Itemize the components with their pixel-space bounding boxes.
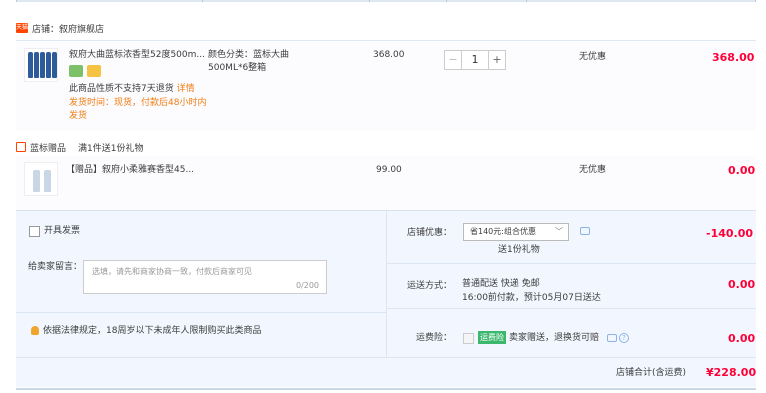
- shop-name[interactable]: 店铺：叙府旗舰店: [32, 22, 104, 35]
- delivery-label: 运送方式：: [407, 281, 453, 291]
- discount-select[interactable]: 省140元:组合优惠 ﹀: [463, 223, 569, 241]
- gift-item: 【赠品】叙府小柔雅赛香型45... 99.00 无优惠 0.00: [16, 156, 756, 210]
- table-header-line: [16, 0, 756, 2]
- insurance-checkbox[interactable]: [463, 333, 474, 344]
- message-placeholder: 选填，请先和商家协商一致，付款后商家可见: [92, 267, 252, 276]
- order-summary: 开具发票 给卖家留言： 选填，请先和商家协商一致，付款后商家可见 0/200 依…: [16, 210, 756, 358]
- seller-message-input[interactable]: 选填，请先和商家协商一致，付款后商家可见 0/200: [83, 260, 327, 294]
- shop-row: 天猫 店铺：叙府旗舰店: [16, 18, 104, 38]
- total-amount: ¥228.00: [706, 366, 757, 379]
- decrease-button[interactable]: −: [444, 50, 462, 70]
- delivery-amount: 0.00: [728, 278, 756, 291]
- cart-item: 叙府大曲蓝标浓香型52度500m... 此商品性质不支持7天退货 详情 发货时间…: [16, 40, 756, 130]
- invoice-label: 开具发票: [44, 226, 81, 236]
- comment-icon[interactable]: [580, 227, 590, 235]
- total-label: 店铺合计(含运费): [616, 368, 687, 378]
- gift-price: 99.00: [376, 165, 402, 175]
- promo-text: 无优惠: [579, 52, 607, 62]
- product-title[interactable]: 叙府大曲蓝标浓香型52度500m...: [69, 49, 209, 62]
- insurance-tag: 运费险: [478, 331, 506, 344]
- product-thumbnail[interactable]: [24, 48, 58, 82]
- insurance-amount: 0.00: [728, 332, 756, 345]
- ship-time: 发货时间：现货，付款后48小时内发货: [69, 98, 207, 121]
- notice-link[interactable]: 详情: [177, 84, 195, 94]
- gift-subtotal: 0.00: [728, 164, 756, 177]
- gift-section-title: 蓝标赠品: [30, 143, 67, 154]
- lightbulb-icon: [31, 326, 39, 335]
- gift-rule: 满1件送1份礼物: [78, 143, 144, 154]
- sku-label: 颜色分类：蓝标大曲500ML*6整箱: [208, 50, 290, 73]
- legal-notice: 依据法律规定，18周岁以下未成年人限制购买此类商品: [43, 326, 262, 336]
- quantity-input[interactable]: 1: [462, 50, 488, 70]
- tmall-icon: 天猫: [16, 23, 29, 33]
- insurance-label: 运费险：: [416, 333, 453, 343]
- delivery-method: 普通配送 快递 免邮: [462, 279, 540, 289]
- quantity-stepper: − 1 +: [444, 50, 506, 70]
- discount-label: 店铺优惠：: [407, 228, 453, 238]
- discount-amount: -140.00: [706, 227, 754, 240]
- service-icon: [69, 65, 83, 77]
- discount-selected: 省140元:组合优惠: [470, 227, 536, 236]
- gift-title[interactable]: 【赠品】叙府小柔雅赛香型45...: [66, 164, 194, 177]
- bottom-divider: [16, 388, 756, 390]
- message-count: 0/200: [295, 281, 319, 290]
- increase-button[interactable]: +: [488, 50, 506, 70]
- unit-price: 368.00: [373, 50, 405, 60]
- insurance-text: 卖家赠送，退换货可赔: [509, 333, 600, 343]
- gift-section-header: 蓝标赠品 满1件送1份礼物: [16, 138, 143, 156]
- card-icon: [87, 65, 101, 77]
- invoice-checkbox[interactable]: [29, 226, 40, 237]
- comment-icon[interactable]: [607, 334, 617, 342]
- gift-icon: [16, 142, 26, 152]
- delivery-eta: 16:00前付款，预计05月07日送达: [462, 293, 601, 303]
- return-notice: 此商品性质不支持7天退货 详情: [69, 84, 195, 94]
- gift-promo: 无优惠: [579, 165, 607, 175]
- discount-sub: 送1份礼物: [498, 245, 540, 255]
- message-label: 给卖家留言：: [28, 262, 83, 272]
- help-icon[interactable]: ?: [619, 333, 629, 343]
- item-subtotal: 368.00: [712, 51, 755, 64]
- shop-total-row: 店铺合计(含运费) ¥228.00: [16, 357, 756, 387]
- chevron-down-icon: ﹀: [555, 227, 563, 236]
- gift-thumbnail[interactable]: [24, 162, 58, 196]
